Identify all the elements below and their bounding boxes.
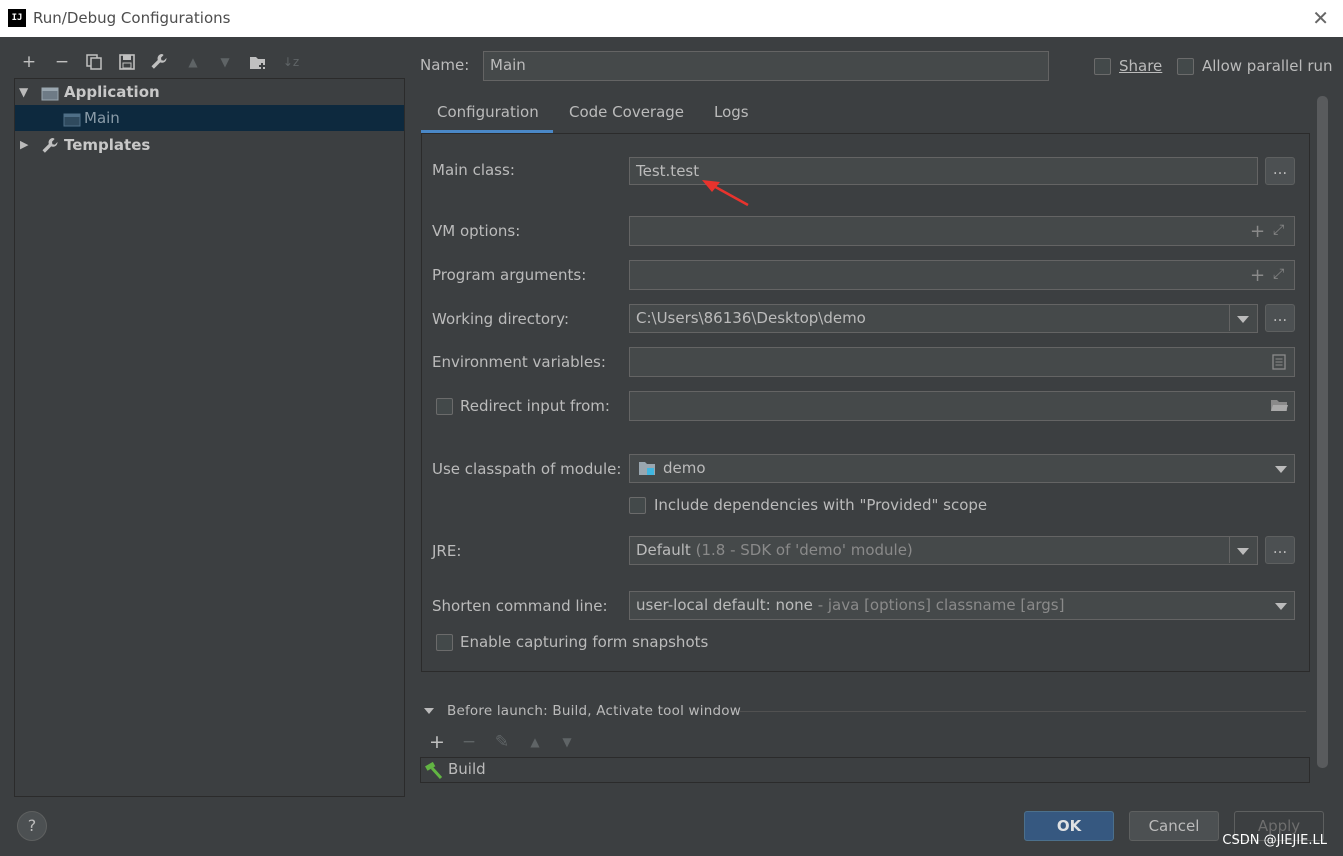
classpath-dropdown-icon[interactable]	[1275, 466, 1287, 473]
before-launch-add-icon[interactable]: +	[424, 728, 450, 756]
name-field[interactable]: Main	[483, 51, 1049, 81]
program-arguments-add-icon[interactable]: +	[1250, 265, 1265, 286]
expanded-arrow-icon[interactable]: ▼	[19, 79, 28, 105]
tree-item-application[interactable]: ▼ Application	[15, 79, 404, 105]
csdn-watermark: CSDN @JIEJIE.LL	[1222, 833, 1327, 848]
intellij-app-icon: IJ	[8, 9, 26, 27]
enable-form-snapshots-checkbox[interactable]	[436, 634, 453, 651]
jre-dropdown-icon[interactable]	[1237, 548, 1249, 555]
environment-variables-field[interactable]	[629, 347, 1295, 377]
before-launch-title: Before launch: Build, Activate tool wind…	[447, 703, 741, 719]
tree-label-main: Main	[84, 109, 120, 127]
vm-options-label: VM options:	[432, 222, 521, 240]
before-launch-collapse-icon[interactable]	[424, 708, 434, 714]
include-provided-dependencies-label: Include dependencies with "Provided" sco…	[654, 496, 988, 514]
vm-options-field[interactable]	[629, 216, 1295, 246]
share-label: Share	[1119, 57, 1163, 75]
edit-environment-variables-icon[interactable]	[1272, 354, 1286, 370]
main-class-browse-button[interactable]: ...	[1265, 157, 1295, 185]
share-checkbox[interactable]	[1094, 58, 1111, 75]
before-launch-move-down-icon[interactable]: ▼	[554, 728, 580, 756]
ok-button[interactable]: OK	[1024, 811, 1114, 841]
name-label: Name:	[420, 56, 470, 74]
redirect-input-field[interactable]	[629, 391, 1295, 421]
vm-options-expand-icon[interactable]: ⤢	[1273, 222, 1284, 238]
classpath-module-select[interactable]: demo	[629, 454, 1295, 483]
jre-browse-button[interactable]: ...	[1265, 536, 1295, 564]
working-directory-dropdown-icon[interactable]	[1237, 316, 1249, 323]
save-configuration-icon[interactable]	[114, 48, 140, 76]
add-configuration-icon[interactable]: +	[16, 48, 42, 76]
panel-scrollbar[interactable]	[1317, 96, 1328, 768]
collapsed-arrow-icon[interactable]: ▶	[20, 132, 28, 158]
module-folder-icon	[639, 462, 655, 475]
jre-select[interactable]: Default (1.8 - SDK of 'demo' module)	[629, 536, 1258, 565]
before-launch-item-label: Build	[448, 760, 486, 778]
before-launch-edit-icon[interactable]: ✎	[489, 728, 515, 756]
main-class-label: Main class:	[432, 161, 515, 179]
working-directory-field[interactable]: C:\Users\86136\Desktop\demo	[629, 304, 1258, 333]
jre-detail: (1.8 - SDK of 'demo' module)	[695, 541, 913, 559]
allow-parallel-run-label: Allow parallel run	[1202, 57, 1333, 75]
new-folder-icon[interactable]	[245, 48, 271, 76]
shorten-command-line-value: user-local default: none	[636, 596, 813, 614]
allow-parallel-run-checkbox[interactable]	[1177, 58, 1194, 75]
configurations-toolbar: + − ▲ ▼ ↓z	[14, 48, 406, 76]
working-directory-label: Working directory:	[432, 310, 570, 328]
program-arguments-label: Program arguments:	[432, 266, 587, 284]
tree-label-templates: Templates	[64, 136, 151, 154]
close-icon[interactable]: ✕	[1312, 6, 1329, 30]
application-icon	[41, 84, 59, 101]
window-title: Run/Debug Configurations	[33, 9, 231, 27]
window-titlebar: IJ Run/Debug Configurations ✕	[0, 0, 1343, 37]
before-launch-remove-icon[interactable]: −	[456, 728, 482, 756]
tab-logs[interactable]: Logs	[714, 95, 749, 133]
shorten-command-line-dropdown-icon[interactable]	[1275, 603, 1287, 610]
enable-form-snapshots-label: Enable capturing form snapshots	[460, 633, 709, 651]
before-launch-divider	[740, 711, 1306, 712]
shorten-command-line-detail: - java [options] classname [args]	[817, 596, 1065, 614]
jre-value: Default	[636, 541, 691, 559]
wrench-icon	[41, 137, 58, 153]
program-arguments-field[interactable]	[629, 260, 1295, 290]
tree-item-templates[interactable]: ▶ Templates	[15, 132, 404, 158]
copy-configuration-icon[interactable]	[81, 48, 107, 76]
include-provided-dependencies-checkbox[interactable]	[629, 497, 646, 514]
red-annotation-arrow-icon	[702, 180, 749, 207]
edit-defaults-wrench-icon[interactable]	[146, 48, 172, 76]
tree-item-main[interactable]: Main	[15, 105, 404, 131]
tab-code-coverage[interactable]: Code Coverage	[569, 95, 684, 133]
classpath-module-label: Use classpath of module:	[432, 460, 622, 478]
tab-configuration[interactable]: Configuration	[421, 95, 553, 133]
cancel-button[interactable]: Cancel	[1129, 811, 1219, 841]
tree-label-application: Application	[64, 83, 160, 101]
working-directory-browse-button[interactable]: ...	[1265, 304, 1295, 332]
folder-browse-icon[interactable]	[1270, 398, 1289, 413]
remove-configuration-icon[interactable]: −	[49, 48, 75, 76]
list-item[interactable]: Build	[421, 758, 1309, 782]
shorten-command-line-label: Shorten command line:	[432, 597, 608, 615]
jre-label: JRE:	[432, 542, 462, 560]
move-down-icon[interactable]: ▼	[212, 48, 238, 76]
before-launch-list: Build	[420, 757, 1310, 783]
redirect-input-label: Redirect input from:	[460, 397, 610, 415]
working-directory-value: C:\Users\86136\Desktop\demo	[636, 309, 866, 327]
application-config-icon	[63, 110, 81, 127]
help-button[interactable]: ?	[17, 811, 47, 841]
environment-variables-label: Environment variables:	[432, 353, 606, 371]
configuration-tree: ▼ Application Main ▶ Templates	[14, 78, 405, 797]
sort-icon[interactable]: ↓z	[278, 48, 304, 76]
shorten-command-line-select[interactable]: user-local default: none - java [options…	[629, 591, 1295, 620]
classpath-module-value: demo	[663, 459, 706, 477]
move-up-icon[interactable]: ▲	[180, 48, 206, 76]
build-hammer-icon	[425, 762, 443, 779]
vm-options-add-icon[interactable]: +	[1250, 221, 1265, 242]
before-launch-move-up-icon[interactable]: ▲	[522, 728, 548, 756]
program-arguments-expand-icon[interactable]: ⤢	[1273, 266, 1284, 282]
redirect-input-checkbox[interactable]	[436, 398, 453, 415]
